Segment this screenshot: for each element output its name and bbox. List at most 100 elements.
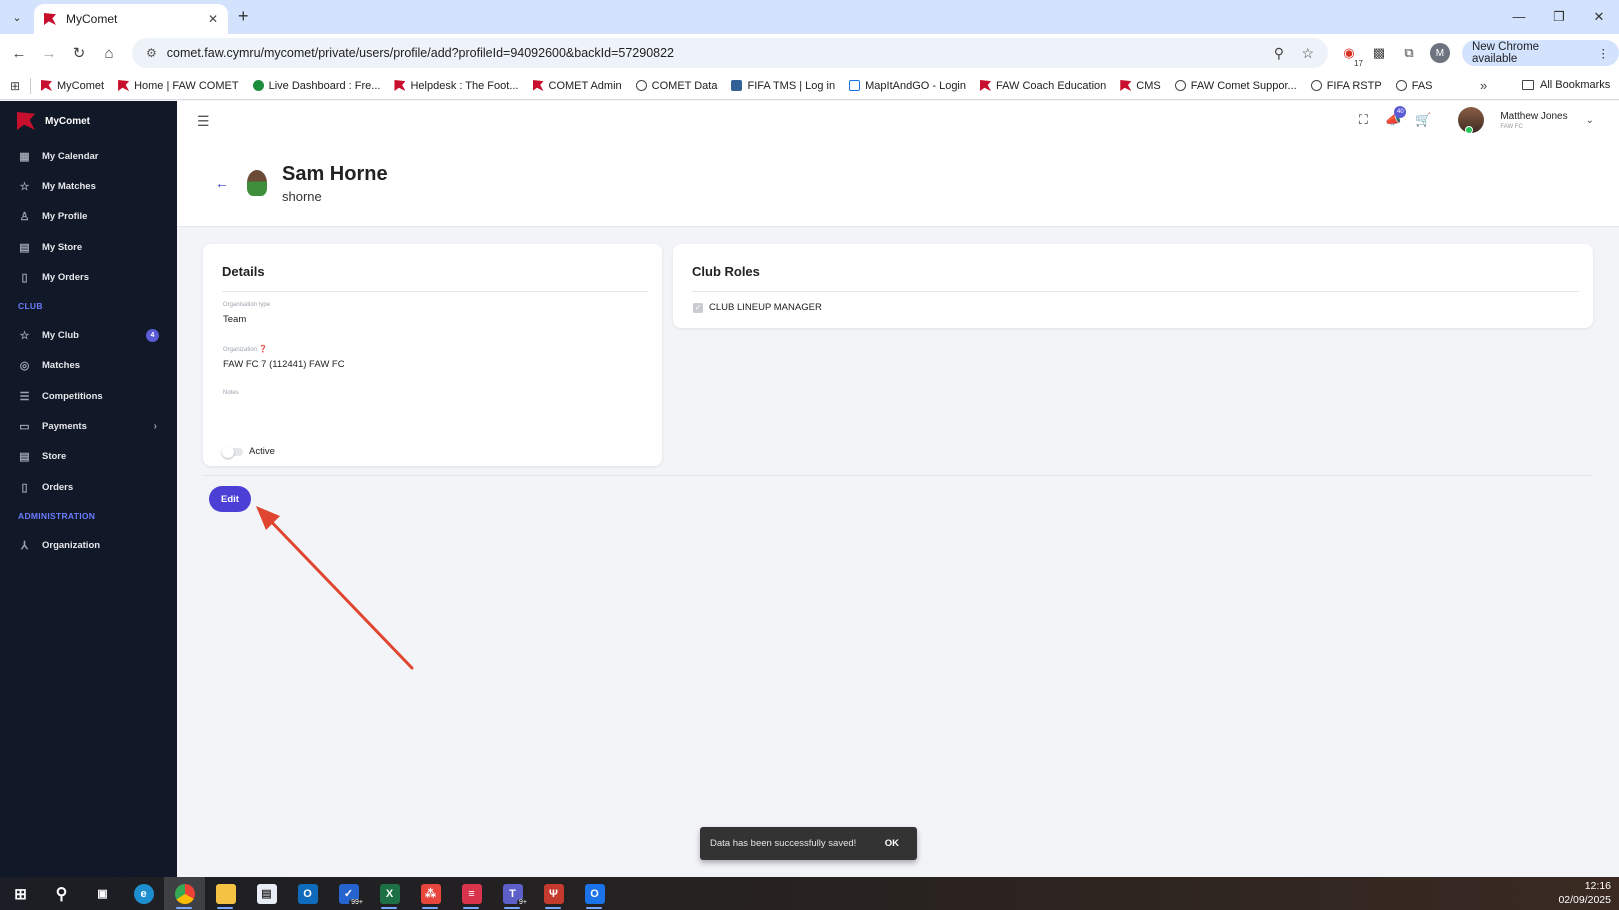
bookmark-item[interactable]: MyComet [41,80,104,92]
new-tab-button[interactable]: + [238,6,249,27]
sidebar-item-my-club[interactable]: ☆ My Club 4 [0,320,177,350]
sidebar-item-matches[interactable]: ◎ Matches [0,351,177,381]
bookmark-item[interactable]: FAW Comet Suppor... [1174,80,1297,92]
cart-icon[interactable]: 🛒 [1408,112,1438,128]
apps-grid-icon[interactable]: ⊞ [0,79,30,93]
teams-app[interactable]: T 9+ [492,877,533,910]
windows-logo-icon: ⊞ [14,885,27,903]
back-icon[interactable]: ← [4,45,34,62]
file-explorer-app[interactable] [205,877,246,910]
more-bookmarks-icon[interactable]: » [1480,78,1487,93]
back-arrow-icon[interactable]: ← [215,175,229,191]
dragon-icon [532,80,544,91]
bookmark-item[interactable]: FIFA TMS | Log in [731,80,835,92]
zoom-icon[interactable]: ⚲ [1274,45,1284,61]
sidebar-item-my-profile[interactable]: ♙ My Profile [0,202,177,232]
reload-icon[interactable]: ↻ [64,44,94,62]
user-menu[interactable]: Matthew Jones FAW FC [1500,111,1567,130]
sidebar-item-orders[interactable]: ▯ Orders [0,472,177,502]
user-avatar[interactable] [1458,107,1485,134]
sidebar-item-my-orders[interactable]: ▯ My Orders [0,262,177,292]
help-icon[interactable]: ❓ [259,346,268,353]
all-bookmarks-button[interactable]: All Bookmarks [1522,79,1610,91]
outlook-new-app[interactable]: O [574,877,615,910]
edit-button[interactable]: Edit [209,486,251,512]
sidebar-item-competitions[interactable]: ☰ Competitions [0,381,177,411]
role-checkbox[interactable]: ✓ [693,302,703,313]
store-app[interactable]: ▤ [246,877,287,910]
app-red-dots[interactable]: ⁂ [410,877,451,910]
qr-extension-icon[interactable]: ▩ [1370,44,1388,62]
brand[interactable]: MyComet [0,101,177,141]
start-button[interactable]: ⊞ [0,877,41,910]
restore-icon[interactable]: ❐ [1539,0,1579,34]
active-toggle-row[interactable]: Active [222,445,662,458]
bookmark-item[interactable]: MapItAndGO - Login [849,80,966,92]
bookmark-item[interactable]: COMET Admin [532,80,622,92]
tab-close-icon[interactable]: ✕ [208,12,218,26]
update-chrome-button[interactable]: New Chrome available ⋮ [1461,40,1619,66]
sidebar-item-my-calendar[interactable]: ▦ My Calendar [0,141,177,171]
fifa-icon [731,80,743,91]
outlook-icon: O [297,883,318,904]
bookmark-item[interactable]: FAW Coach Education [980,80,1106,92]
excel-app[interactable]: X [369,877,410,910]
sidebar-item-label: My Club [42,330,79,342]
outlook-new-icon: O [584,883,605,904]
forward-icon[interactable]: → [34,45,64,62]
search-icon: ⚲ [55,885,68,903]
app-tool[interactable]: Ψ [533,877,574,910]
bookmark-item[interactable]: FIFA RSTP [1310,80,1382,92]
bookmark-item[interactable]: COMET Data [635,80,717,92]
bookmark-star-icon[interactable]: ☆ [1301,45,1314,61]
window-controls: — ❐ ✕ [1499,0,1619,34]
chevron-down-icon[interactable]: ⌄ [1586,115,1594,126]
sidebar-item-payments[interactable]: ▭ Payments › [0,411,177,441]
extension-badge: 17 [1353,59,1364,68]
bookmark-item[interactable]: Helpdesk : The Foot... [394,80,519,92]
sidebar-item-my-matches[interactable]: ☆ My Matches [0,171,177,201]
bookmark-label: FIFA TMS | Log in [747,79,836,92]
fullscreen-icon[interactable]: ⛶ [1348,112,1378,128]
user-name: Matthew Jones [1500,110,1568,122]
folder-icon [1522,80,1534,90]
close-window-icon[interactable]: ✕ [1579,0,1619,34]
system-clock[interactable]: 12:16 02/09/2025 [1558,879,1611,907]
details-card: Details Organisation type Team Organizat… [203,244,662,466]
minimize-icon[interactable]: — [1499,0,1539,34]
bookmark-item[interactable]: Home | FAW COMET [118,80,239,92]
edge-app[interactable]: e [123,877,164,910]
sidebar-item-my-store[interactable]: ▤ My Store [0,232,177,262]
active-toggle[interactable] [222,445,243,458]
kebab-menu-icon[interactable]: ⋮ [1598,46,1610,60]
tab-search-button[interactable]: ⌄ [6,6,28,28]
extension-icon[interactable]: ◉ 17 [1340,44,1364,68]
hamburger-menu-icon[interactable]: ☰ [197,113,210,130]
site-info-icon[interactable]: ⚙ [146,46,157,60]
search-button[interactable]: ⚲ [41,877,82,910]
megaphone-icon[interactable]: 📣 40 [1378,106,1408,128]
puzzle-extensions-icon[interactable]: ⧉ [1400,44,1418,62]
outlook-app[interactable]: O [287,877,328,910]
task-view-button[interactable]: ▣ [82,877,123,910]
browser-tab-active[interactable]: MyComet ✕ [34,4,228,34]
todo-app[interactable]: ✓ 99+ [328,877,369,910]
app-sidebar: MyComet ▦ My Calendar ☆ My Matches ♙ My Profi… [0,101,177,877]
bookmark-item[interactable]: FAS [1395,80,1433,92]
star-icon: ☆ [19,180,30,193]
bookmark-item[interactable]: CMS [1120,80,1161,92]
profile-avatar[interactable]: M [1429,43,1450,63]
details-title: Details [222,264,265,279]
sidebar-item-store[interactable]: ▤ Store [0,442,177,472]
home-icon[interactable]: ⌂ [94,45,124,62]
address-bar[interactable]: ⚙ comet.faw.cymru/mycomet/private/users/… [132,38,1328,68]
bookmark-item[interactable]: Live Dashboard : Fre... [252,80,380,92]
chrome-app[interactable] [164,877,205,910]
snackbar-ok-button[interactable]: OK [877,838,907,849]
role-item: ✓ CLUB LINEUP MANAGER [673,292,1593,313]
bookmark-label: MyComet [57,79,105,92]
calendar-icon: ▦ [19,150,30,163]
app-red[interactable]: ≡ [451,877,492,910]
sidebar-item-organization[interactable]: ⅄ Organization [0,530,177,560]
role-label: CLUB LINEUP MANAGER [709,302,822,313]
